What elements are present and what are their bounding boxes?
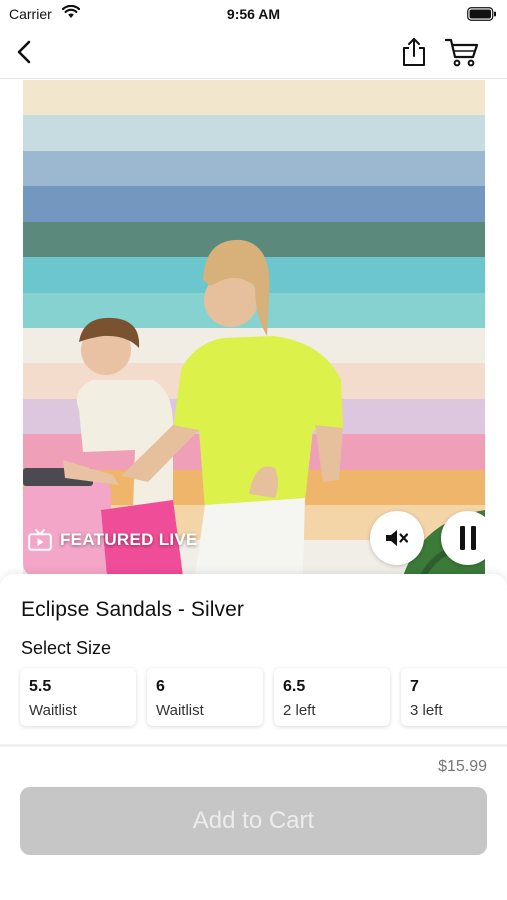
size-option-5-5[interactable]: 5.5 Waitlist — [20, 668, 136, 726]
size-option-6-5[interactable]: 6.5 2 left — [274, 668, 390, 726]
cart-icon — [444, 38, 479, 67]
live-video-player[interactable]: FEATURED LIVE — [23, 80, 485, 576]
divider — [0, 744, 507, 747]
size-stock-status: Waitlist — [156, 702, 204, 719]
chevron-left-icon — [17, 40, 31, 64]
status-bar: Carrier 9:56 AM — [0, 0, 507, 28]
featured-live-badge: FEATURED LIVE — [28, 527, 198, 553]
battery-icon — [467, 7, 497, 26]
select-size-heading: Select Size — [21, 638, 112, 658]
size-stock-status: 3 left — [410, 702, 443, 719]
video-scene — [23, 239, 485, 576]
size-value: 6.5 — [283, 678, 306, 695]
size-option-7[interactable]: 7 3 left — [401, 668, 507, 726]
size-stock-status: Waitlist — [29, 702, 77, 719]
back-button[interactable] — [12, 38, 40, 66]
size-option-6[interactable]: 6 Waitlist — [147, 668, 263, 726]
pause-icon — [460, 526, 476, 550]
size-value: 6 — [156, 678, 165, 695]
size-options: 5.5 Waitlist 6 Waitlist 6.5 2 left 7 3 l… — [18, 666, 507, 730]
speaker-mute-icon — [386, 530, 409, 546]
nav-bar — [0, 28, 507, 79]
share-icon — [403, 38, 425, 66]
product-price: $15.99 — [438, 758, 487, 775]
product-title: Eclipse Sandals - Silver — [21, 598, 244, 621]
featured-live-label: FEATURED LIVE — [60, 530, 198, 549]
size-value: 7 — [410, 678, 419, 695]
tv-icon — [28, 529, 52, 551]
share-button[interactable] — [400, 36, 428, 68]
size-value: 5.5 — [29, 678, 52, 695]
mute-button[interactable] — [370, 511, 424, 565]
size-stock-status: 2 left — [283, 702, 316, 719]
cart-button[interactable] — [444, 36, 480, 68]
status-time: 9:56 AM — [226, 6, 281, 22]
product-sheet: Eclipse Sandals - Silver Select Size 5.5… — [0, 574, 507, 900]
add-to-cart-button[interactable]: Add to Cart — [20, 787, 487, 855]
